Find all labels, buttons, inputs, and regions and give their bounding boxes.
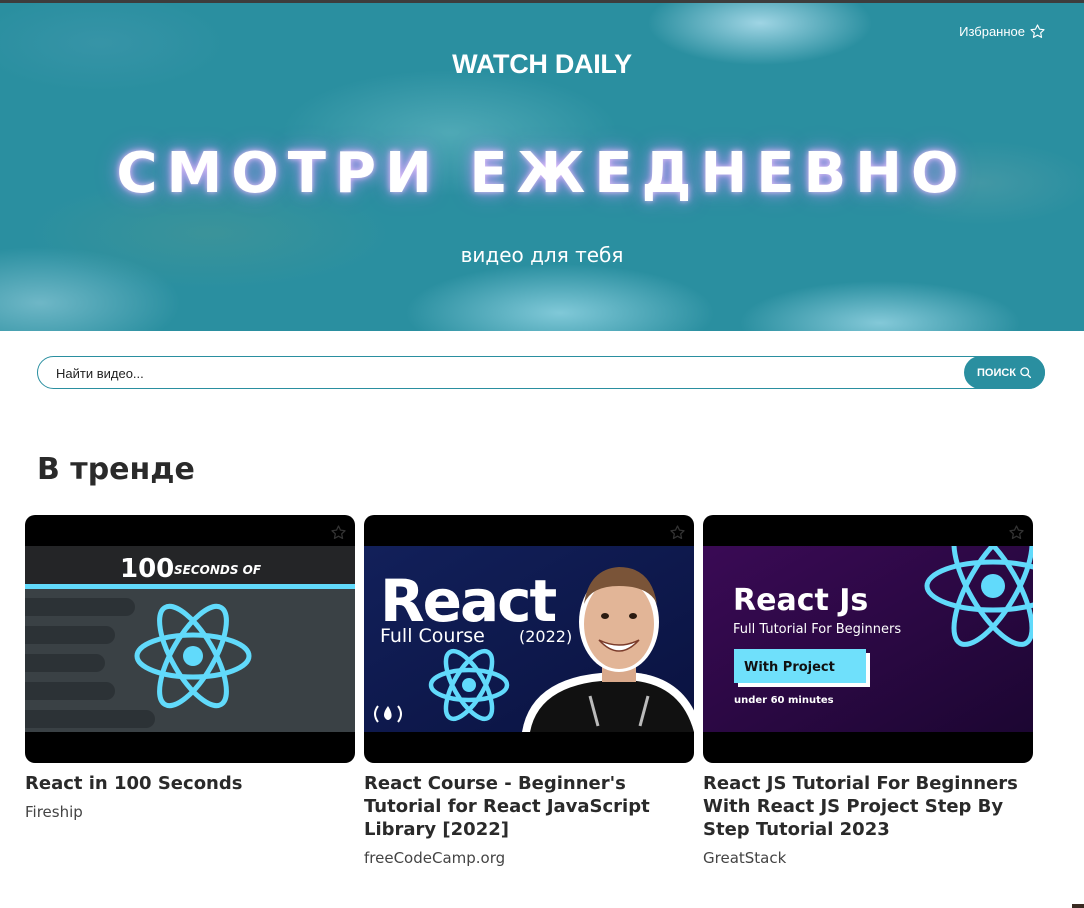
video-thumbnail[interactable]: React Js Full Tutorial For Beginners Wit… — [703, 515, 1033, 763]
favorite-star-icon[interactable] — [1008, 524, 1025, 541]
thumbnail-art: 100 SECONDS OF — [25, 546, 355, 732]
scrollbar-corner — [1072, 904, 1084, 908]
star-outline-icon — [1030, 24, 1045, 38]
thumb-heading: 100 — [120, 554, 174, 584]
thumb-heading-small: SECONDS OF — [174, 563, 262, 577]
thumbnail-art: React Js Full Tutorial For Beginners Wit… — [703, 546, 1033, 732]
video-title[interactable]: React in 100 Seconds — [25, 772, 355, 795]
hero-subtitle: видео для тебя — [460, 243, 624, 267]
search-bar: ПОИСК — [37, 356, 1045, 389]
thumb-subheading: Full Tutorial For Beginners — [733, 622, 901, 637]
thumb-subheading: Full Course — [380, 625, 485, 647]
video-card[interactable]: 100 SECONDS OF React in 100 Seconds Fire… — [25, 515, 355, 821]
search-button[interactable]: ПОИСК — [964, 356, 1045, 389]
hero-title: СМОТРИ ЕЖЕДНЕВНО — [116, 141, 968, 206]
brand-logo[interactable]: WATCH DAILY — [0, 49, 1084, 80]
search-button-label: ПОИСК — [976, 366, 1017, 379]
search-icon — [1020, 367, 1032, 379]
video-channel: GreatStack — [703, 849, 787, 867]
section-title-trending: В тренде — [37, 452, 195, 487]
favorites-link[interactable]: Избранное — [959, 23, 1046, 40]
video-card[interactable]: React Full Course (2022) React Course - … — [364, 515, 694, 867]
thumb-heading: React Js — [733, 583, 868, 618]
favorites-label: Избранное — [959, 24, 1025, 39]
video-title[interactable]: React Course - Beginner's Tutorial for R… — [364, 772, 694, 841]
video-thumbnail[interactable]: 100 SECONDS OF — [25, 515, 355, 763]
video-title[interactable]: React JS Tutorial For Beginners With Rea… — [703, 772, 1033, 841]
thumbnail-art: React Full Course (2022) — [364, 546, 694, 732]
video-thumbnail[interactable]: React Full Course (2022) — [364, 515, 694, 763]
favorite-star-icon[interactable] — [330, 524, 347, 541]
search-input[interactable] — [56, 363, 956, 383]
favorite-star-icon[interactable] — [669, 524, 686, 541]
video-card[interactable]: React Js Full Tutorial For Beginners Wit… — [703, 515, 1033, 867]
hero-banner: Избранное WATCH DAILY СМОТРИ ЕЖЕДНЕВНО в… — [0, 0, 1084, 331]
video-channel: Fireship — [25, 803, 83, 821]
thumb-year: (2022) — [519, 627, 572, 646]
thumb-badge: With Project — [744, 660, 835, 675]
thumb-note: under 60 minutes — [734, 695, 834, 706]
video-channel: freeCodeCamp.org — [364, 849, 506, 867]
